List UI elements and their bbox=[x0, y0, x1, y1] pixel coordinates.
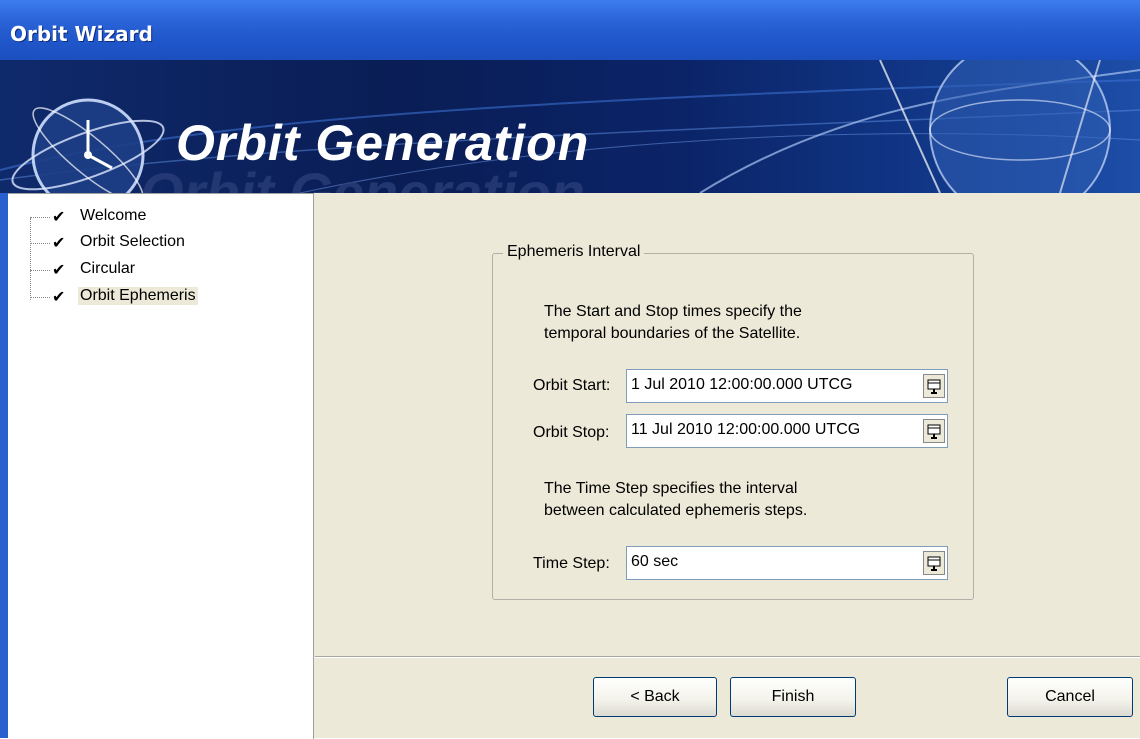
time-step-label: Time Step: bbox=[533, 555, 610, 572]
tree-connector bbox=[30, 217, 50, 218]
orbit-stop-value: 11 Jul 2010 12:00:00.000 UTCG bbox=[631, 421, 861, 438]
calendar-picker-icon[interactable] bbox=[923, 419, 945, 443]
orbit-stop-field[interactable]: 11 Jul 2010 12:00:00.000 UTCG bbox=[626, 414, 948, 448]
description-line: The Start and Stop times specify the bbox=[544, 303, 802, 320]
time-step-value: 60 sec bbox=[631, 553, 679, 570]
window-left-border bbox=[0, 193, 8, 738]
step-label: Orbit Selection bbox=[80, 233, 185, 250]
tree-connector bbox=[30, 243, 50, 244]
title-bar[interactable]: Orbit Wizard bbox=[0, 0, 1140, 60]
orbit-start-field[interactable]: 1 Jul 2010 12:00:00.000 UTCG bbox=[626, 369, 948, 403]
cancel-button[interactable]: Cancel bbox=[1007, 677, 1133, 717]
unit-picker-icon[interactable] bbox=[923, 551, 945, 575]
calendar-picker-glyph bbox=[927, 424, 941, 439]
calendar-picker-icon[interactable] bbox=[923, 374, 945, 398]
check-icon: ✔ bbox=[52, 235, 66, 252]
orbit-stop-label: Orbit Stop: bbox=[533, 424, 610, 441]
step-circular[interactable]: ✔ Circular bbox=[8, 258, 308, 284]
check-icon: ✔ bbox=[52, 209, 66, 226]
description-line: The Time Step specifies the interval bbox=[544, 480, 798, 497]
footer-separator bbox=[315, 656, 1140, 658]
banner-title: Orbit Generation bbox=[176, 115, 590, 171]
time-step-field[interactable]: 60 sec bbox=[626, 546, 948, 580]
finish-button[interactable]: Finish bbox=[730, 677, 856, 717]
check-icon: ✔ bbox=[52, 289, 66, 306]
orbit-start-label: Orbit Start: bbox=[533, 377, 611, 394]
step-label: Circular bbox=[80, 260, 136, 277]
start-stop-description: The Start and Stop times specify the tem… bbox=[544, 301, 802, 345]
description-line: between calculated ephemeris steps. bbox=[544, 502, 808, 519]
step-orbit-selection[interactable]: ✔ Orbit Selection bbox=[8, 231, 308, 257]
tree-connector bbox=[30, 297, 50, 298]
step-label: Welcome bbox=[80, 207, 147, 224]
tree-connector bbox=[30, 270, 50, 271]
time-step-description: The Time Step specifies the interval bet… bbox=[544, 478, 807, 522]
calendar-picker-glyph bbox=[927, 379, 941, 394]
check-icon: ✔ bbox=[52, 262, 66, 279]
orbit-start-value: 1 Jul 2010 12:00:00.000 UTCG bbox=[631, 376, 853, 393]
group-title: Ephemeris Interval bbox=[503, 243, 645, 261]
step-orbit-ephemeris[interactable]: ✔ Orbit Ephemeris bbox=[8, 285, 308, 311]
window-title: Orbit Wizard bbox=[10, 22, 153, 46]
step-label: Orbit Ephemeris bbox=[78, 287, 198, 305]
wizard-steps-tree: ✔ Welcome ✔ Orbit Selection ✔ Circular ✔… bbox=[8, 193, 314, 739]
description-line: temporal boundaries of the Satellite. bbox=[544, 325, 801, 342]
unit-picker-glyph bbox=[927, 556, 941, 571]
banner: Orbit Generation Orbit Generation bbox=[0, 60, 1140, 193]
orbit-wizard-window: Orbit Wizard Orbit Generation Orbit Gene… bbox=[0, 0, 1140, 739]
step-welcome[interactable]: ✔ Welcome bbox=[8, 205, 308, 231]
back-button[interactable]: < Back bbox=[593, 677, 717, 717]
